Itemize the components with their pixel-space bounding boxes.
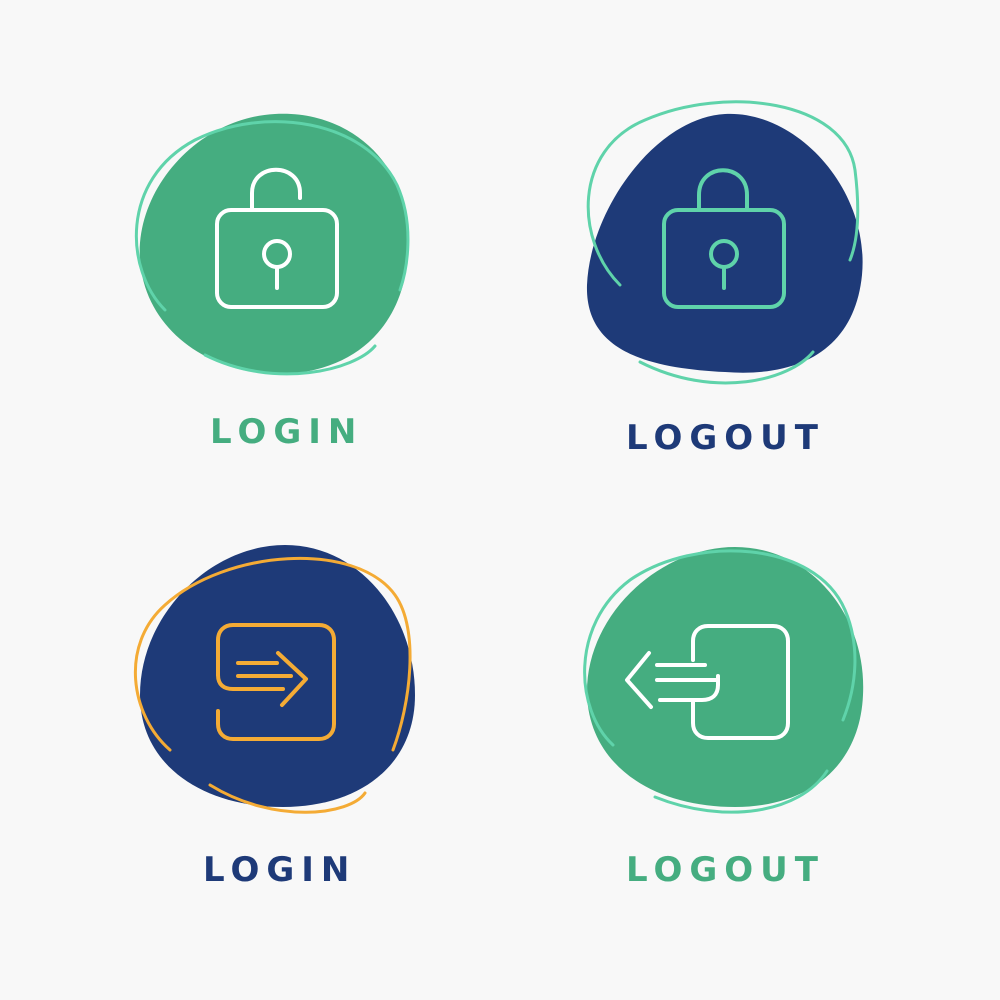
- logout-padlock-graphic: [586, 100, 863, 385]
- logout-label: LOGOUT: [626, 850, 825, 890]
- login-label: LOGIN: [210, 412, 364, 452]
- blob-shape: [586, 113, 863, 373]
- icon-set-canvas: LOGIN LOGOUT LOGIN LOGOUT: [0, 0, 1000, 1000]
- logout-padlock-tile[interactable]: [575, 100, 875, 400]
- login-arrow-tile[interactable]: [125, 535, 425, 835]
- logout-arrow-graphic: [583, 547, 864, 814]
- blob-shape: [139, 113, 409, 375]
- login-arrow-graphic: [133, 545, 415, 814]
- logout-label: LOGOUT: [626, 418, 825, 458]
- logout-arrow-tile[interactable]: [575, 535, 875, 835]
- login-label: LOGIN: [203, 850, 357, 890]
- login-padlock-graphic: [134, 113, 410, 376]
- login-padlock-tile[interactable]: [125, 100, 425, 400]
